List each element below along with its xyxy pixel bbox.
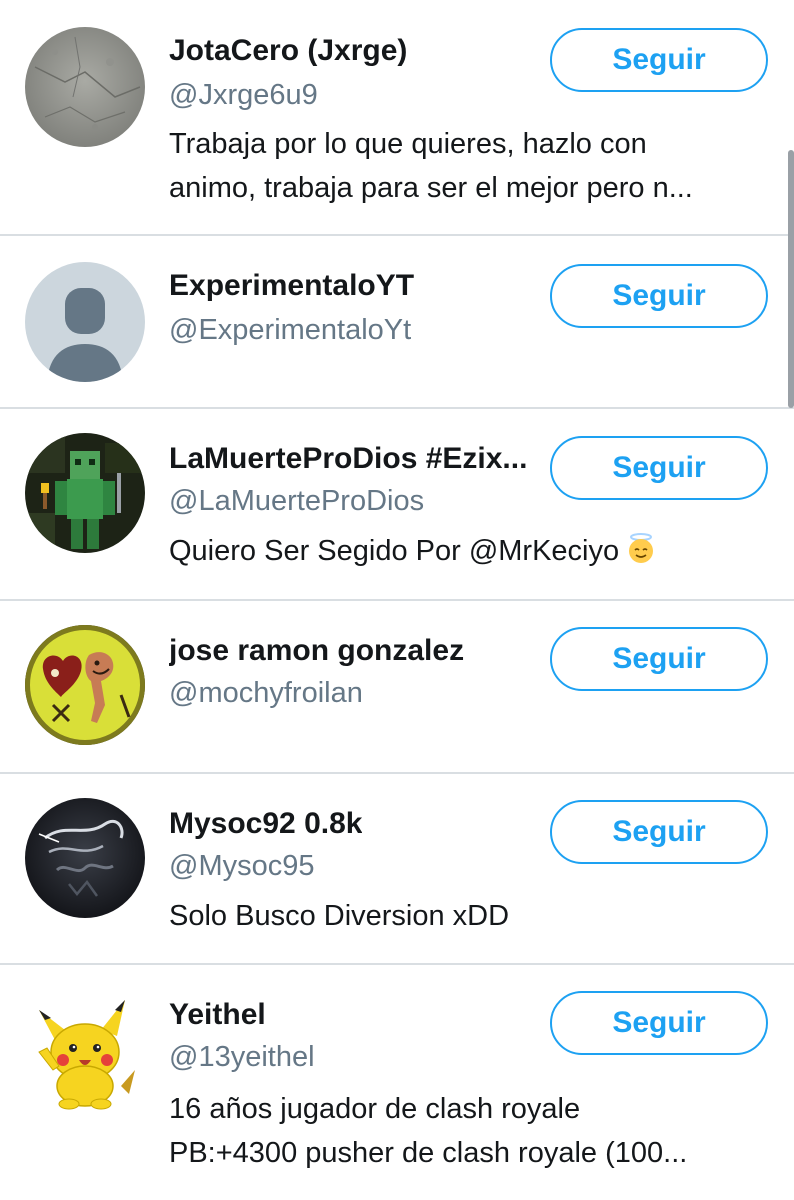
bio-line: Quiero Ser Segido Por @MrKeciyo [169, 529, 764, 573]
follow-button[interactable]: Seguir [550, 627, 768, 691]
display-name[interactable]: JotaCero (Jxrge) [169, 33, 407, 69]
user-row-yeithel[interactable]: Yeithel @13yeithel 16 años jugador de cl… [0, 965, 794, 1200]
avatar[interactable] [25, 262, 145, 382]
user-row-lamuerteprodios[interactable]: LaMuerteProDios #Ezix... @LaMuerteProDio… [0, 409, 794, 601]
scrollbar[interactable] [788, 150, 794, 408]
user-handle: @13yeithel [169, 1041, 315, 1073]
pikachu-avatar [38, 1000, 135, 1110]
bio-line: Solo Busco Diversion xDD [169, 900, 510, 932]
avatar[interactable] [25, 625, 145, 745]
display-name[interactable]: jose ramon gonzalez [169, 633, 464, 669]
follow-button[interactable]: Seguir [550, 264, 768, 328]
user-row-jotacero[interactable]: JotaCero (Jxrge) @Jxrge6u9 Trabaja por l… [0, 0, 794, 236]
cartoon-drawing-avatar [25, 625, 145, 745]
user-handle: @Mysoc95 [169, 850, 315, 882]
user-bio: Trabaja por lo que quieres, hazlo con an… [169, 122, 764, 210]
user-bio: Quiero Ser Segido Por @MrKeciyo [169, 529, 764, 573]
user-row-mysoc92[interactable]: Mysoc92 0.8k @Mysoc95 Solo Busco Diversi… [0, 774, 794, 965]
minecraft-character-avatar [25, 433, 145, 553]
dark-logo-avatar [25, 798, 145, 918]
user-row-experimentaloyt[interactable]: ExperimentaloYT @ExperimentaloYt Seguir [0, 236, 794, 409]
avatar[interactable] [25, 990, 145, 1110]
follow-button[interactable]: Seguir [550, 991, 768, 1055]
bio-line: animo, trabaja para ser el mejor pero n.… [169, 172, 693, 204]
angel-face-emoji-icon [629, 533, 654, 563]
user-handle: @mochyfroilan [169, 677, 363, 709]
follow-button[interactable]: Seguir [550, 28, 768, 92]
stone-texture-avatar [25, 27, 145, 147]
display-name[interactable]: Mysoc92 0.8k [169, 806, 362, 842]
avatar[interactable] [25, 798, 145, 918]
bio-line: PB:+4300 pusher de clash royale (100... [169, 1137, 688, 1169]
display-name[interactable]: ExperimentaloYT [169, 268, 414, 304]
user-handle: @Jxrge6u9 [169, 79, 318, 111]
display-name[interactable]: Yeithel [169, 997, 266, 1033]
user-handle: @LaMuerteProDios [169, 485, 425, 517]
display-name[interactable]: LaMuerteProDios #Ezix... [169, 441, 527, 477]
bio-line: 16 años jugador de clash royale [169, 1093, 581, 1125]
user-row-jose-ramon-gonzalez[interactable]: jose ramon gonzalez @mochyfroilan Seguir [0, 601, 794, 774]
bio-text: Quiero Ser Segido Por @MrKeciyo [169, 535, 620, 567]
avatar[interactable] [25, 27, 145, 147]
bio-line: Trabaja por lo que quieres, hazlo con [169, 128, 647, 160]
follow-button[interactable]: Seguir [550, 800, 768, 864]
follow-button[interactable]: Seguir [550, 436, 768, 500]
avatar[interactable] [25, 433, 145, 553]
default-profile-avatar [25, 262, 145, 382]
user-bio: 16 años jugador de clash royale PB:+4300… [169, 1087, 764, 1175]
user-bio: Solo Busco Diversion xDD [169, 894, 764, 938]
user-handle: @ExperimentaloYt [169, 314, 412, 346]
user-list: JotaCero (Jxrge) @Jxrge6u9 Trabaja por l… [0, 0, 794, 1200]
